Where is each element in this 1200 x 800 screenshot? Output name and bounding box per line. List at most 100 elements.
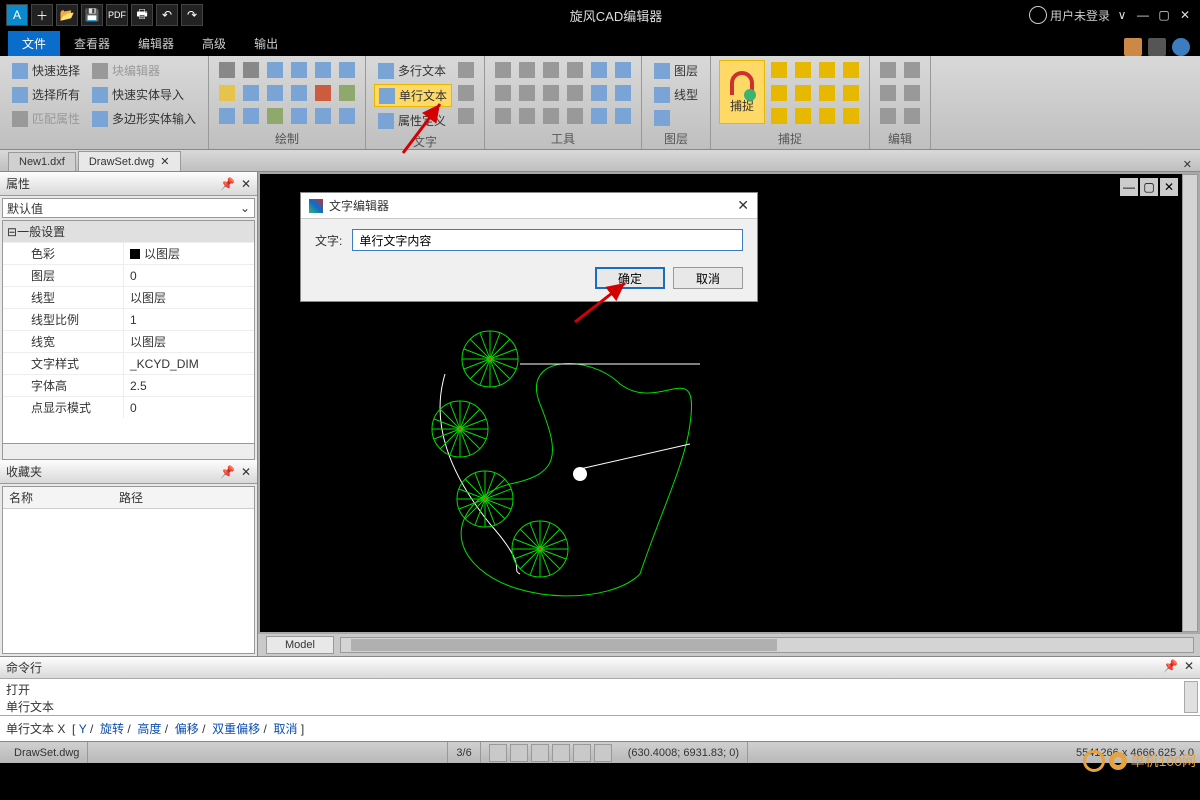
layer-extra-button[interactable]	[650, 108, 702, 128]
save-icon[interactable]: 💾	[81, 4, 103, 26]
model-tab[interactable]: Model	[266, 636, 334, 654]
dialog-close-icon[interactable]: ✕	[737, 197, 749, 214]
undo-icon[interactable]: ↶	[156, 4, 178, 26]
circle-tool-icon[interactable]	[217, 83, 237, 103]
status-snap-icon[interactable]	[489, 744, 507, 762]
point-tool-icon[interactable]	[313, 83, 333, 103]
close-tab-icon[interactable]: ✕	[160, 156, 169, 168]
close-all-tabs-icon[interactable]: ✕	[1183, 158, 1192, 171]
tool-align-icon[interactable]	[517, 106, 537, 126]
snap-nod-icon[interactable]	[841, 60, 861, 80]
pdf-icon[interactable]: PDF	[106, 4, 128, 26]
menu-editor[interactable]: 编辑器	[124, 31, 188, 56]
settings-icon[interactable]	[1148, 38, 1166, 56]
polygon-entity-button[interactable]: 多边形实体输入	[88, 108, 200, 129]
prop-row-color[interactable]: 色彩以图层	[3, 242, 254, 264]
status-lwt-icon[interactable]	[594, 744, 612, 762]
help-icon[interactable]	[1172, 38, 1190, 56]
tool-move-icon[interactable]	[493, 60, 513, 80]
status-grid-icon[interactable]	[510, 744, 528, 762]
copy-icon[interactable]	[878, 60, 898, 80]
rect-tool-icon[interactable]	[265, 60, 285, 80]
open-file-icon[interactable]: 📂	[56, 4, 78, 26]
tool-fillet-icon[interactable]	[589, 83, 609, 103]
tool-chamfer-icon[interactable]	[613, 83, 633, 103]
user-avatar-icon[interactable]	[1029, 6, 1047, 24]
cmd-opt-height[interactable]: 高度	[137, 722, 161, 736]
status-osnap-icon[interactable]	[573, 744, 591, 762]
prop-row-textheight[interactable]: 字体高2.5	[3, 374, 254, 396]
snap-int-icon[interactable]	[793, 83, 813, 103]
cmd-opt-offset[interactable]: 偏移	[175, 722, 199, 736]
snap-end-icon[interactable]	[769, 60, 789, 80]
new-file-icon[interactable]: ＋	[31, 4, 53, 26]
fav-pin-icon[interactable]: 📌	[220, 465, 235, 479]
dialog-ok-button[interactable]: 确定	[595, 267, 665, 289]
dim-tool-icon[interactable]	[217, 106, 237, 126]
polyline-tool-icon[interactable]	[241, 60, 261, 80]
mtext-button[interactable]: 多行文本	[374, 60, 452, 81]
fav-col-name[interactable]: 名称	[9, 489, 119, 506]
status-polar-icon[interactable]	[552, 744, 570, 762]
attr-def-button[interactable]: 属性定义	[374, 110, 452, 131]
property-filter-dropdown[interactable]: 默认值⌄	[2, 198, 255, 218]
wipeout-tool-icon[interactable]	[337, 106, 357, 126]
command-scrollbar[interactable]	[1184, 681, 1198, 713]
file-tab-new1[interactable]: New1.dxf	[8, 152, 76, 171]
tool-break-icon[interactable]	[541, 83, 561, 103]
snap-per-icon[interactable]	[769, 106, 789, 126]
insert-tool-icon[interactable]	[313, 106, 333, 126]
tool-lengthen-icon[interactable]	[565, 106, 585, 126]
linetype-button[interactable]: 线型	[650, 84, 702, 105]
tool-array-icon[interactable]	[589, 60, 609, 80]
text-extra3-icon[interactable]	[456, 106, 476, 126]
prop-row-layer[interactable]: 图层0	[3, 264, 254, 286]
select-all-button[interactable]: 选择所有	[8, 84, 84, 105]
tool-stretch-icon[interactable]	[541, 106, 561, 126]
property-scrollbar[interactable]	[3, 443, 254, 459]
print-icon[interactable]: 🖶	[131, 4, 153, 26]
prop-row-linetype[interactable]: 线型以图层	[3, 286, 254, 308]
close-button[interactable]: ✕	[1176, 6, 1194, 24]
tool-divide-icon[interactable]	[589, 106, 609, 126]
entity-import-button[interactable]: 快速实体导入	[88, 84, 200, 105]
cmd-close-icon[interactable]: ✕	[1184, 659, 1194, 676]
snap-big-button[interactable]: 捕捉	[719, 60, 765, 124]
snap-qua-icon[interactable]	[769, 83, 789, 103]
command-prompt[interactable]: 单行文本 X [ Y / 旋转 / 高度 / 偏移 / 双重偏移 / 取消 ]	[0, 715, 1200, 741]
dialog-title-bar[interactable]: 文字编辑器 ✕	[301, 193, 757, 219]
property-category-general[interactable]: ⊟ 一般设置	[3, 221, 254, 242]
arc-tool-icon[interactable]	[241, 83, 261, 103]
theme-icon[interactable]	[1124, 38, 1142, 56]
menu-advanced[interactable]: 高级	[188, 31, 240, 56]
image-tool-icon[interactable]	[337, 83, 357, 103]
quick-select-button[interactable]: 快速选择	[8, 60, 84, 81]
snap-ext-icon[interactable]	[817, 83, 837, 103]
prop-row-lineweight[interactable]: 线宽以图层	[3, 330, 254, 352]
cmd-opt-cancel[interactable]: 取消	[273, 722, 297, 736]
snap-nea-icon[interactable]	[817, 106, 837, 126]
cmd-opt-doffset[interactable]: 双重偏移	[212, 722, 260, 736]
tool-join-icon[interactable]	[565, 83, 585, 103]
cut-icon[interactable]	[878, 83, 898, 103]
canvas-vscrollbar[interactable]	[1182, 174, 1198, 632]
props-icon[interactable]	[878, 106, 898, 126]
snap-mid-icon[interactable]	[793, 60, 813, 80]
snap-ins-icon[interactable]	[841, 83, 861, 103]
hatch-tool-icon[interactable]	[337, 60, 357, 80]
leader-tool-icon[interactable]	[241, 106, 261, 126]
snap-tan-icon[interactable]	[793, 106, 813, 126]
polygon-tool-icon[interactable]	[289, 60, 309, 80]
tool-measure-icon[interactable]	[613, 106, 633, 126]
dialog-text-input[interactable]	[352, 229, 743, 251]
cmd-opt-rotate[interactable]: 旋转	[100, 722, 124, 736]
drawing-canvas[interactable]: — ▢ ✕	[260, 174, 1198, 632]
tool-mirror-icon[interactable]	[565, 60, 585, 80]
cloud-tool-icon[interactable]	[313, 60, 333, 80]
snap-cen-icon[interactable]	[817, 60, 837, 80]
cmd-pin-icon[interactable]: 📌	[1163, 659, 1178, 676]
prop-row-pointmode[interactable]: 点显示模式0	[3, 396, 254, 418]
pin-icon[interactable]: 📌	[220, 177, 235, 191]
minimize-button[interactable]: —	[1134, 6, 1152, 24]
canvas-hscrollbar[interactable]	[340, 637, 1194, 653]
